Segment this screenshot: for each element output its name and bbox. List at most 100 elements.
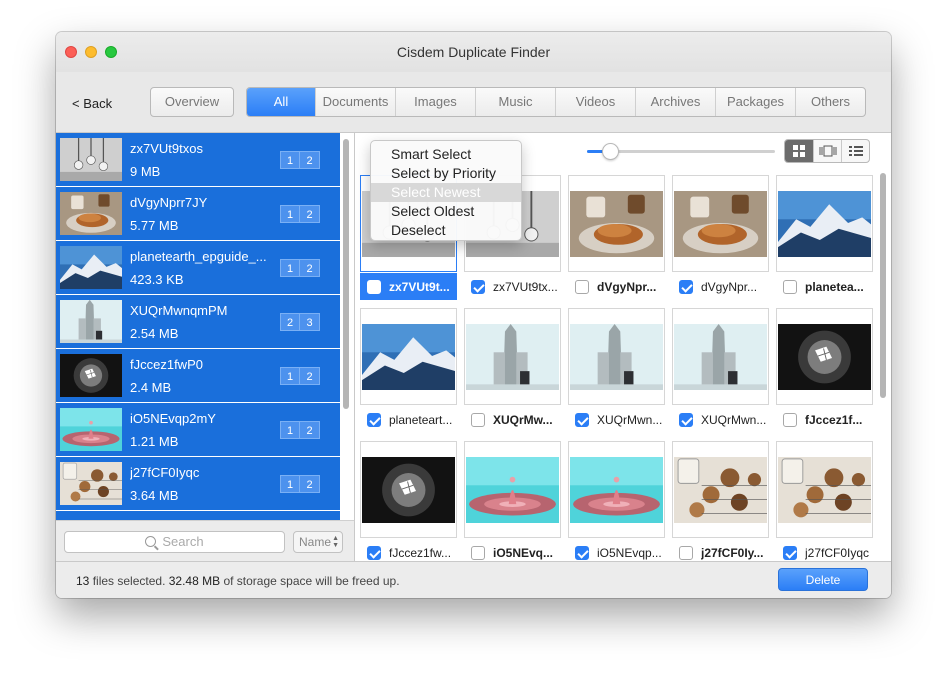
duplicate-group-row[interactable] [56,511,340,520]
file-checkbox[interactable] [471,413,485,427]
filmstrip-view-button[interactable] [813,140,841,162]
file-checkbox[interactable] [575,546,589,560]
tab-documents[interactable]: Documents [315,88,395,116]
file-checkbox[interactable] [367,413,381,427]
tab-videos[interactable]: Videos [555,88,635,116]
file-thumbnail[interactable] [464,308,561,405]
file-thumbnail-item[interactable]: j27fCF0Iyqc [776,441,873,561]
thumbnail-size-slider[interactable] [587,143,775,160]
group-size: 9 MB [130,164,161,179]
selection-summary: 13 files selected. 32.48 MB of storage s… [76,574,400,588]
file-checkbox[interactable] [471,280,485,294]
file-checkbox[interactable] [679,546,693,560]
duplicate-group-row[interactable]: dVgyNprr7JY 5.77 MB 1 2 [56,187,340,240]
close-window-button[interactable] [65,46,77,58]
duplicate-group-row[interactable]: j27fCF0Iyqc 3.64 MB 1 2 [56,457,340,510]
file-name: fJccez1f... [805,413,863,427]
file-thumbnail-item[interactable]: fJccez1f... [776,308,873,436]
file-checkbox[interactable] [471,546,485,560]
file-thumbnail[interactable] [776,308,873,405]
file-thumbnail-item[interactable]: planeteart... [360,308,457,436]
file-thumbnail[interactable] [568,441,665,538]
tab-packages[interactable]: Packages [715,88,795,116]
file-checkbox[interactable] [575,280,589,294]
group-size: 423.3 KB [130,272,184,287]
duplicate-group-row[interactable]: zx7VUt9txos 9 MB 1 2 [56,133,340,186]
file-thumbnail[interactable] [672,308,769,405]
file-checkbox[interactable] [783,280,797,294]
menu-item-smart-select[interactable]: Smart Select [371,145,521,164]
file-thumbnail-item[interactable]: j27fCF0Iy... [672,441,769,561]
file-thumbnail-item[interactable]: planetea... [776,175,873,303]
select-context-menu: Smart Select Select by Priority Select New… [370,140,522,241]
grid-scrollbar[interactable] [880,173,886,398]
file-thumbnail-item[interactable]: iO5NEvq... [464,441,561,561]
file-name: j27fCF0Iyqc [805,546,870,560]
file-thumbnail-item[interactable]: XUQrMwn... [672,308,769,436]
file-caption: XUQrMwn... [568,408,665,432]
duplicate-group-row[interactable]: planetearth_epguide_... 423.3 KB 1 2 [56,241,340,294]
search-input[interactable]: Search [64,531,285,553]
slider-knob[interactable] [601,143,619,160]
duplicate-group-row[interactable]: fJccez1fwP0 2.4 MB 1 2 [56,349,340,402]
menu-item-deselect[interactable]: Deselect [371,221,521,240]
tab-music[interactable]: Music [475,88,555,116]
file-type-tabs: All Documents Images Music Videos Archives Pac… [246,87,866,117]
file-thumbnail-item[interactable]: XUQrMwn... [568,308,665,436]
badge-left: 1 [280,151,300,169]
tab-others[interactable]: Others [795,88,865,116]
duplicate-group-list[interactable]: zx7VUt9txos 9 MB 1 2 dVgyNprr7JY 5.77 MB 1 2 pla… [56,133,340,520]
file-thumbnail-item[interactable]: dVgyNpr... [568,175,665,303]
file-thumbnail[interactable] [360,308,457,405]
file-checkbox[interactable] [783,413,797,427]
group-size: 2.4 MB [130,380,172,395]
summary-text-b: of storage space will be freed up. [220,574,400,588]
file-thumbnail[interactable] [568,175,665,272]
group-name: zx7VUt9txos [130,141,203,156]
file-checkbox[interactable] [575,413,589,427]
delete-button[interactable]: Delete [778,568,868,591]
tab-all[interactable]: All [247,88,315,116]
file-thumbnail-item[interactable]: iO5NEvqp... [568,441,665,561]
file-thumbnail[interactable] [776,175,873,272]
file-thumbnail[interactable] [464,441,561,538]
file-checkbox[interactable] [783,546,797,560]
list-view-button[interactable] [841,140,869,162]
file-thumbnail[interactable] [672,175,769,272]
file-name: iO5NEvqp... [597,546,662,560]
group-list-scrollbar[interactable] [343,139,349,409]
file-thumbnail-item[interactable]: XUQrMw... [464,308,561,436]
minimize-window-button[interactable] [85,46,97,58]
tab-images[interactable]: Images [395,88,475,116]
file-thumbnail-item[interactable]: dVgyNpr... [672,175,769,303]
zoom-window-button[interactable] [105,46,117,58]
menu-item-select-newest[interactable]: Select Newest [371,183,521,202]
tab-archives[interactable]: Archives [635,88,715,116]
group-size: 1.21 MB [130,434,179,449]
menu-item-select-by-priority[interactable]: Select by Priority [371,164,521,183]
file-checkbox[interactable] [679,280,693,294]
duplicate-group-row[interactable]: iO5NEvqp2mY 1.21 MB 1 2 [56,403,340,456]
badge-left: 1 [280,367,300,385]
file-thumbnail[interactable] [672,441,769,538]
file-thumbnail[interactable] [776,441,873,538]
file-thumbnail-item[interactable]: fJccez1fw... [360,441,457,561]
file-checkbox[interactable] [367,279,381,294]
file-thumbnail[interactable] [568,308,665,405]
file-name: zx7VUt9t... [389,279,450,294]
duplicate-group-row[interactable]: XUQrMwnqmPM 2.54 MB 2 3 [56,295,340,348]
file-checkbox[interactable] [679,413,693,427]
overview-button[interactable]: Overview [150,87,234,117]
back-button[interactable]: < Back [72,96,112,111]
group-thumbnail [60,300,122,343]
file-checkbox[interactable] [367,546,381,560]
summary-text-a: files selected. [89,574,169,588]
file-thumbnail[interactable] [360,441,457,538]
view-mode-switcher [784,139,870,163]
badge-right: 2 [300,151,320,169]
badge-right: 2 [300,367,320,385]
sort-select[interactable]: Name ▲ ▼ [293,531,343,553]
grid-view-button[interactable] [785,140,813,162]
file-caption: planetea... [776,275,873,299]
menu-item-select-oldest[interactable]: Select Oldest [371,202,521,221]
